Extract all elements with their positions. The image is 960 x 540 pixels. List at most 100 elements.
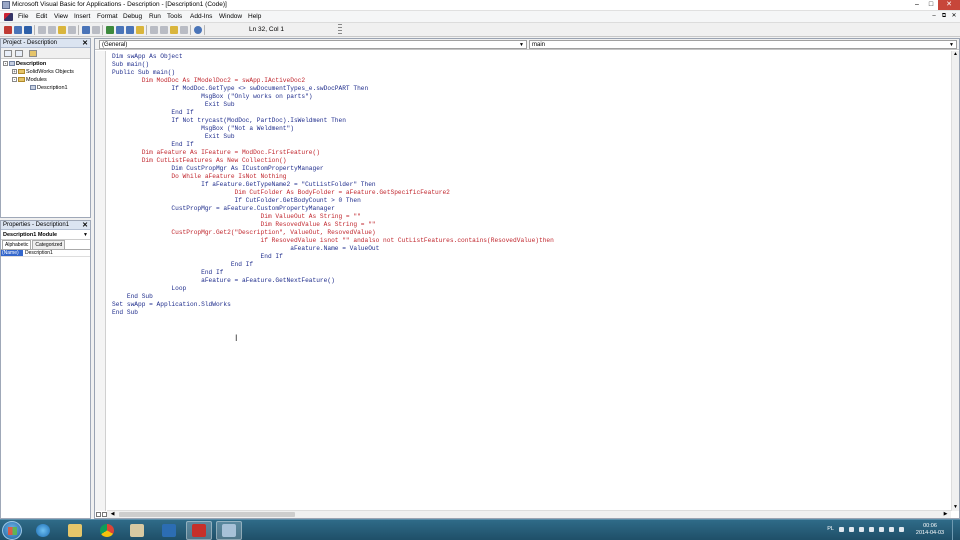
code-line[interactable]: Dim CustPropMgr As ICustomPropertyManage… [112,165,554,173]
break-icon[interactable] [116,26,124,34]
code-line[interactable]: Exit Sub [112,101,554,109]
network-icon[interactable] [849,527,854,532]
menu-insert[interactable]: Insert [74,13,90,20]
taskbar-chrome[interactable] [94,521,120,540]
mdi-minimize-button[interactable]: – [930,12,938,20]
help-icon[interactable] [194,26,202,34]
code-line[interactable]: If Not trycast(ModDoc, PartDoc).IsWeldme… [112,117,554,125]
run-icon[interactable] [106,26,114,34]
undo-icon[interactable] [82,26,90,34]
menu-help[interactable]: Help [248,13,261,20]
scroll-left-icon[interactable]: ◀ [109,511,116,518]
scroll-down-icon[interactable]: ▼ [952,504,959,511]
procedure-view-button[interactable] [96,512,101,517]
menu-run[interactable]: Run [149,13,161,20]
code-line[interactable]: Set swApp = Application.SldWorks [112,301,554,309]
collapse-icon[interactable]: - [3,61,8,67]
code-line[interactable]: CustPropMgr.Get2("Description", ValueOut… [112,229,554,237]
object-combo[interactable]: (General) ▼ [99,40,527,49]
code-line[interactable]: MsgBox ("Only works on parts") [112,93,554,101]
action-center-icon[interactable] [879,527,884,532]
code-line[interactable]: aFeature = aFeature.GetNextFeature() [112,277,554,285]
code-line[interactable]: Dim CutFolder As BodyFolder = aFeature.G… [112,189,554,197]
property-value[interactable]: Description1 [23,250,53,256]
code-line[interactable]: Do While aFeature IsNot Nothing [112,173,554,181]
tab-categorized[interactable]: Categorized [32,240,66,249]
code-line[interactable]: If ModDoc.GetType <> swDocumentTypes_e.s… [112,85,554,93]
insert-module-icon[interactable] [14,26,22,34]
menu-debug[interactable]: Debug [123,13,142,20]
menu-window[interactable]: Window [219,13,242,20]
code-line[interactable]: End If [112,253,554,261]
code-editor[interactable]: Dim swApp As Object Sub main() Public Sub … [112,53,554,317]
redo-icon[interactable] [92,26,100,34]
code-line[interactable]: if ResovedValue isnot "" andalso not Cut… [112,237,554,245]
property-row-name[interactable]: (Name) Description1 [1,250,90,257]
taskbar-explorer[interactable] [62,521,88,540]
menu-edit[interactable]: Edit [36,13,47,20]
code-line[interactable]: MsgBox ("Not a Weldment") [112,125,554,133]
language-indicator[interactable]: PL [827,526,834,532]
mdi-restore-button[interactable]: ⧉ [940,12,948,20]
clock[interactable]: 00:06 2014-04-03 [910,523,950,537]
tree-node-description1[interactable]: Description1 [30,85,68,91]
margin-indicator-bar[interactable] [95,51,106,511]
menu-addins[interactable]: Add-Ins [190,13,212,20]
tree-node-project[interactable]: - Description [3,61,46,67]
view-host-app-icon[interactable] [4,26,12,34]
tree-node-modules[interactable]: - Modules [12,77,47,83]
code-line[interactable]: End If [112,261,554,269]
taskbar-vba-editor[interactable] [216,521,242,540]
toolbox-icon[interactable] [180,26,188,34]
code-line[interactable]: Dim ModDoc As IModelDoc2 = swApp.IActive… [112,77,554,85]
close-button[interactable]: ✕ [938,0,960,10]
taskbar-ie[interactable] [30,521,56,540]
toggle-folders-icon[interactable] [29,50,37,57]
minimize-button[interactable]: – [910,0,924,10]
code-line[interactable]: aFeature.Name = ValueOut [112,245,554,253]
cut-icon[interactable] [38,26,46,34]
code-line[interactable]: Exit Sub [112,133,554,141]
vba-menu-icon[interactable] [4,13,13,21]
menu-view[interactable]: View [54,13,68,20]
taskbar-outlook[interactable] [156,521,182,540]
menu-tools[interactable]: Tools [167,13,182,20]
code-line[interactable]: CustPropMgr = aFeature.CustomPropertyMan… [112,205,554,213]
code-line[interactable]: If aFeature.GetTypeName2 = "CutListFolde… [112,181,554,189]
volume-icon[interactable] [899,527,904,532]
close-icon[interactable]: ✕ [82,221,88,230]
code-line[interactable]: End If [112,269,554,277]
tree-node-solidworks-objects[interactable]: + SolidWorks Objects [12,69,74,75]
close-icon[interactable]: ✕ [82,39,88,48]
scroll-right-icon[interactable]: ▶ [942,511,949,518]
code-line[interactable]: Loop [112,285,554,293]
code-line[interactable]: Dim ResovedValue As String = "" [112,221,554,229]
view-object-icon[interactable] [15,50,23,57]
expand-icon[interactable]: + [12,69,17,75]
mdi-close-button[interactable]: ✕ [950,12,958,20]
procedure-combo[interactable]: main ▼ [529,40,957,49]
code-line[interactable]: Public Sub main() [112,69,554,77]
code-line[interactable]: Dim ValueOut As String = "" [112,213,554,221]
tray-app-icon[interactable] [889,527,894,532]
menu-format[interactable]: Format [97,13,118,20]
code-line[interactable]: End If [112,141,554,149]
scroll-thumb[interactable] [119,512,295,517]
menu-file[interactable]: File [18,13,28,20]
code-line[interactable]: If CutFolder.GetBodyCount > 0 Then [112,197,554,205]
tab-alphabetic[interactable]: Alphabetic [2,240,32,249]
reset-icon[interactable] [126,26,134,34]
code-line[interactable]: Dim swApp As Object [112,53,554,61]
maximize-button[interactable]: □ [924,0,938,10]
code-line[interactable]: End If [112,109,554,117]
collapse-icon[interactable]: - [12,77,17,83]
taskbar-files[interactable] [124,521,150,540]
object-browser-icon[interactable] [170,26,178,34]
taskbar-solidworks[interactable] [186,521,212,540]
copy-icon[interactable] [48,26,56,34]
view-code-icon[interactable] [4,50,12,57]
project-explorer-icon[interactable] [150,26,158,34]
toolbar-grip[interactable] [338,24,342,36]
show-desktop-button[interactable] [952,520,960,540]
design-mode-icon[interactable] [136,26,144,34]
